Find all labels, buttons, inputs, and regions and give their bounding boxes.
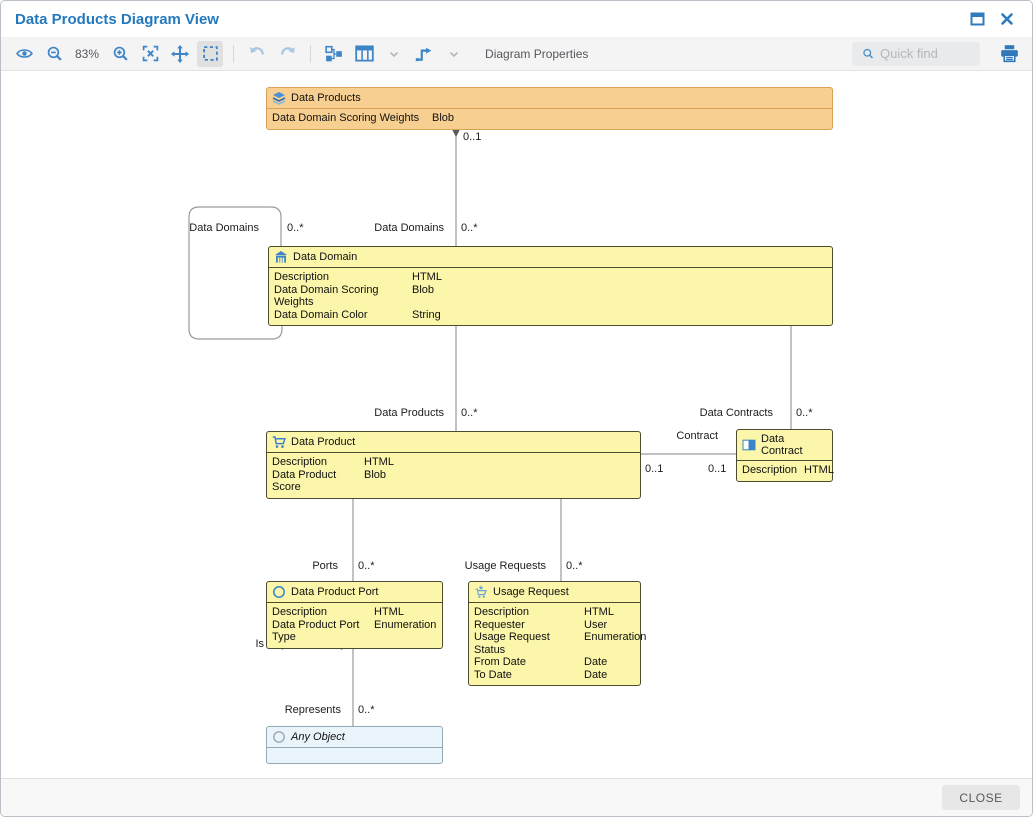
quick-find-box[interactable] <box>852 42 980 66</box>
diagram-canvas[interactable]: 0..1 Data Domains 0..* Data Domains 0..*… <box>1 71 1033 780</box>
entity-title: Any Object <box>291 731 345 743</box>
entity-header: Data Products <box>267 88 832 109</box>
close-icon[interactable] <box>996 8 1018 30</box>
entity-data-product[interactable]: Data Product DescriptionHTML Data Produc… <box>266 431 641 499</box>
diagram-properties-label[interactable]: Diagram Properties <box>485 47 588 61</box>
entity-header: Any Object <box>267 727 442 748</box>
attr-row: Data Domain Scoring WeightsBlob <box>272 112 827 125</box>
multiplicity-label: 0..1 <box>645 463 663 475</box>
attribute-list <box>267 748 442 763</box>
multiplicity-label: 0..* <box>566 560 583 572</box>
attr-row: To DateDate <box>474 669 635 682</box>
entity-data-products[interactable]: Data Products Data Domain Scoring Weight… <box>266 87 833 130</box>
connector-role-label: Ports <box>291 560 338 572</box>
entity-title: Data Products <box>291 92 361 104</box>
connector-role-label: Data Contracts <box>681 407 773 419</box>
zoom-out-icon[interactable] <box>41 41 67 67</box>
circle-icon <box>272 730 286 744</box>
entity-header: Usage Request <box>469 582 640 603</box>
entity-usage-request[interactable]: Usage Request DescriptionHTML RequesterU… <box>468 581 641 686</box>
entity-header: Data Domain <box>269 247 832 268</box>
connector-role-label: Data Products <box>356 407 444 419</box>
undo-icon[interactable] <box>244 41 270 67</box>
attr-row: From DateDate <box>474 656 635 669</box>
connector-style-icon[interactable] <box>411 41 437 67</box>
attr-row: Data Domain ColorString <box>274 309 827 322</box>
book-icon <box>742 438 756 452</box>
redo-icon[interactable] <box>274 41 300 67</box>
attribute-list: DescriptionHTML Data Domain Scoring Weig… <box>269 268 832 325</box>
entity-data-domain[interactable]: Data Domain DescriptionHTML Data Domain … <box>268 246 833 326</box>
attr-row: Data Product ScoreBlob <box>272 469 635 494</box>
attr-row: Data Product Port TypeEnumeration <box>272 619 437 644</box>
layers-icon <box>272 91 286 105</box>
building-icon <box>274 250 288 264</box>
multiplicity-label: 0..* <box>358 704 375 716</box>
entity-data-product-port[interactable]: Data Product Port DescriptionHTML Data P… <box>266 581 443 649</box>
port-circle-icon <box>272 585 286 599</box>
quick-find-input[interactable] <box>880 46 970 61</box>
entity-any-object[interactable]: Any Object <box>266 726 443 764</box>
attr-row: DescriptionHTML <box>474 606 635 619</box>
fit-to-screen-icon[interactable] <box>137 41 163 67</box>
footer-bar: CLOSE <box>1 778 1032 816</box>
attribute-list: DescriptionHTML RequesterUser Usage Requ… <box>469 603 640 685</box>
table-view-icon[interactable] <box>351 41 377 67</box>
pan-icon[interactable] <box>167 41 193 67</box>
connector-role-label: Usage Requests <box>451 560 546 572</box>
attribute-list: DescriptionHTML Data Product Port TypeEn… <box>267 603 442 648</box>
entity-header: Data Contract <box>737 430 832 461</box>
entity-data-contract[interactable]: Data Contract DescriptionHTML <box>736 429 833 482</box>
attribute-list: DescriptionHTML <box>737 461 832 481</box>
usage-cart-icon <box>474 585 488 599</box>
entity-title: Data Contract <box>761 433 827 457</box>
connector-role-label: Contract <box>656 430 718 442</box>
attribute-list: Data Domain Scoring WeightsBlob <box>267 109 832 129</box>
attr-row: DescriptionHTML <box>742 464 827 477</box>
connector-role-label: Represents <box>263 704 341 716</box>
zoom-level: 83% <box>71 47 103 61</box>
multiplicity-label: 0..* <box>461 222 478 234</box>
attr-row: DescriptionHTML <box>272 456 635 469</box>
page-title: Data Products Diagram View <box>15 11 219 28</box>
attribute-list: DescriptionHTML Data Product ScoreBlob <box>267 453 640 498</box>
multiplicity-label: 0..* <box>287 222 304 234</box>
close-button[interactable]: CLOSE <box>942 785 1020 810</box>
title-bar: Data Products Diagram View <box>1 1 1032 37</box>
diagram-toolbar: 83% <box>1 37 1032 71</box>
multiplicity-label: 0..* <box>461 407 478 419</box>
search-icon <box>862 46 874 61</box>
eye-icon[interactable] <box>11 41 37 67</box>
connector-role-label: Data Domains <box>356 222 444 234</box>
entity-title: Data Product <box>291 436 355 448</box>
connector-role-label: Data Domains <box>171 222 259 234</box>
attr-row: Data Domain Scoring WeightsBlob <box>274 284 827 309</box>
attr-row: DescriptionHTML <box>272 606 437 619</box>
auto-layout-icon[interactable] <box>321 41 347 67</box>
marquee-select-icon[interactable] <box>197 41 223 67</box>
chevron-down-icon[interactable] <box>381 41 407 67</box>
attr-row: RequesterUser <box>474 619 635 632</box>
multiplicity-label: 0..1 <box>708 463 726 475</box>
entity-header: Data Product <box>267 432 640 453</box>
attr-row: Usage Request StatusEnumeration <box>474 631 635 656</box>
entity-title: Data Domain <box>293 251 357 263</box>
multiplicity-label: 0..1 <box>463 131 481 143</box>
multiplicity-label: 0..* <box>358 560 375 572</box>
cart-icon <box>272 435 286 449</box>
attr-row: DescriptionHTML <box>274 271 827 284</box>
chevron-down-icon[interactable] <box>441 41 467 67</box>
entity-title: Usage Request <box>493 586 569 598</box>
zoom-in-icon[interactable] <box>107 41 133 67</box>
diagram-view-window: Data Products Diagram View 83% <box>0 0 1033 817</box>
entity-title: Data Product Port <box>291 586 378 598</box>
maximize-icon[interactable] <box>966 8 988 30</box>
entity-header: Data Product Port <box>267 582 442 603</box>
multiplicity-label: 0..* <box>796 407 813 419</box>
print-icon[interactable] <box>996 41 1022 67</box>
